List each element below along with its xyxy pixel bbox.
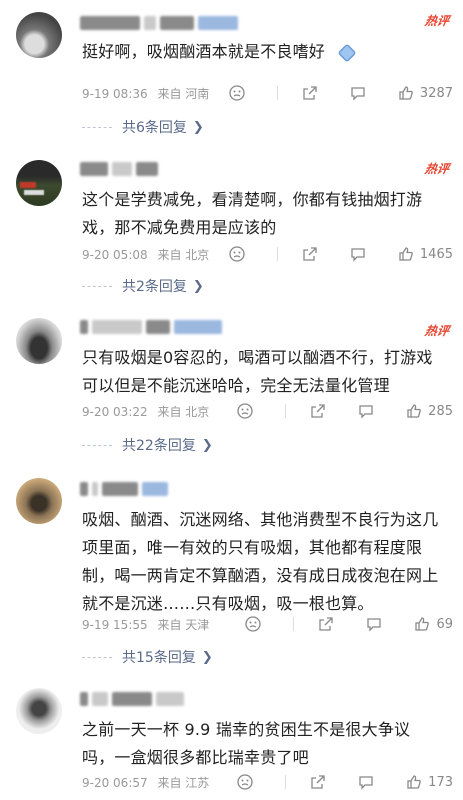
- replies-count: 共6条回复: [122, 120, 187, 136]
- share-icon[interactable]: [318, 616, 334, 632]
- timestamp: 9-20 06:57: [82, 775, 148, 790]
- comment-meta: 9-20 05:08 来自 北京 1465: [82, 244, 453, 264]
- comment-text: 挺好啊，吸烟酗酒本就是不良嗜好: [82, 38, 441, 66]
- share-icon[interactable]: [310, 403, 326, 419]
- location: 来自 江苏: [157, 775, 210, 790]
- like-button[interactable]: 1465: [398, 246, 453, 262]
- comment-meta: 9-19 08:36 来自 河南 3287: [82, 83, 453, 103]
- like-count: 285: [428, 403, 453, 419]
- chevron-right-icon: ❯: [192, 119, 204, 135]
- thumbs-up-icon: [406, 403, 422, 419]
- like-count: 173: [428, 774, 453, 790]
- comment-text: 之前一天一杯 9.9 瑞幸的贫困生不是很大争议吗，一盒烟很多都比瑞幸贵了吧: [82, 720, 411, 767]
- view-replies-link[interactable]: 共22条回复 ❯: [82, 434, 213, 456]
- comment-text: 吸烟、酗酒、沉迷网络、其他消费型不良行为这几项里面，唯一有效的只有吸烟，其他都有…: [82, 510, 439, 613]
- hot-comment-badge: 热评: [423, 162, 451, 176]
- username-blurred[interactable]: [80, 14, 238, 32]
- diamond-emoji-icon: [336, 42, 358, 64]
- comment-icon[interactable]: [350, 246, 366, 262]
- thumbs-up-icon: [398, 246, 414, 262]
- comment-text-body: 挺好啊，吸烟酗酒本就是不良嗜好: [82, 42, 326, 61]
- chevron-right-icon: ❯: [201, 649, 213, 665]
- share-icon[interactable]: [302, 85, 318, 101]
- replies-count: 共15条回复: [122, 650, 196, 666]
- location: 来自 北京: [157, 247, 210, 262]
- comment-text: 只有吸烟是0容忍的，喝酒可以酗酒不行，打游戏可以但是不能沉迷哈哈，完全无法量化管…: [82, 348, 433, 395]
- thumbs-up-icon: [406, 774, 422, 790]
- timestamp: 9-20 05:08: [82, 247, 148, 262]
- view-replies-link[interactable]: 共2条回复 ❯: [82, 275, 204, 297]
- username-blurred[interactable]: [80, 480, 168, 498]
- like-count: 1465: [419, 246, 453, 262]
- comment-meta: 9-19 15:55 来自 天津 69: [82, 614, 453, 634]
- chevron-right-icon: ❯: [192, 278, 204, 294]
- comment-meta: 9-20 03:22 来自 北京 285: [82, 401, 453, 421]
- username-blurred[interactable]: [80, 690, 184, 708]
- hot-comment-badge: 热评: [423, 324, 451, 338]
- dizzy-face-icon[interactable]: [245, 616, 262, 632]
- comment-icon[interactable]: [358, 774, 374, 790]
- timestamp: 9-19 08:36: [82, 86, 148, 101]
- avatar[interactable]: [16, 478, 62, 524]
- username-blurred[interactable]: [80, 318, 222, 336]
- share-icon[interactable]: [310, 774, 326, 790]
- like-count: 69: [436, 616, 453, 632]
- dizzy-face-icon[interactable]: [229, 246, 245, 262]
- location: 来自 天津: [157, 617, 210, 632]
- timestamp: 9-19 15:55: [82, 617, 148, 632]
- avatar[interactable]: [16, 160, 62, 206]
- dizzy-face-icon[interactable]: [229, 85, 245, 101]
- thumbs-up-icon: [414, 616, 430, 632]
- location: 来自 河南: [157, 86, 210, 101]
- share-icon[interactable]: [302, 246, 318, 262]
- username-blurred[interactable]: [80, 160, 158, 178]
- like-count: 3287: [419, 85, 453, 101]
- avatar[interactable]: [16, 12, 62, 58]
- avatar[interactable]: [16, 688, 62, 734]
- like-button[interactable]: 69: [414, 616, 453, 632]
- chevron-right-icon: ❯: [201, 437, 213, 453]
- comment-icon[interactable]: [358, 403, 374, 419]
- like-button[interactable]: 3287: [398, 85, 453, 101]
- replies-count: 共2条回复: [122, 279, 187, 295]
- location: 来自 北京: [157, 404, 210, 419]
- comment-icon[interactable]: [350, 85, 366, 101]
- view-replies-link[interactable]: 共6条回复 ❯: [82, 116, 204, 138]
- dizzy-face-icon[interactable]: [237, 403, 253, 419]
- dizzy-face-icon[interactable]: [237, 774, 253, 790]
- like-button[interactable]: 173: [406, 774, 453, 790]
- thumbs-up-icon: [398, 85, 414, 101]
- comment-meta: 9-20 06:57 来自 江苏 173: [82, 772, 453, 792]
- comment-icon[interactable]: [366, 616, 382, 632]
- avatar[interactable]: [16, 318, 62, 364]
- like-button[interactable]: 285: [406, 403, 453, 419]
- timestamp: 9-20 03:22: [82, 404, 148, 419]
- view-replies-link[interactable]: 共15条回复 ❯: [82, 646, 213, 668]
- replies-count: 共22条回复: [122, 438, 196, 454]
- comment-text: 这个是学费减免，看清楚啊，你都有钱抽烟打游戏，那不减免费用是应该的: [82, 190, 423, 237]
- hot-comment-badge: 热评: [423, 14, 451, 28]
